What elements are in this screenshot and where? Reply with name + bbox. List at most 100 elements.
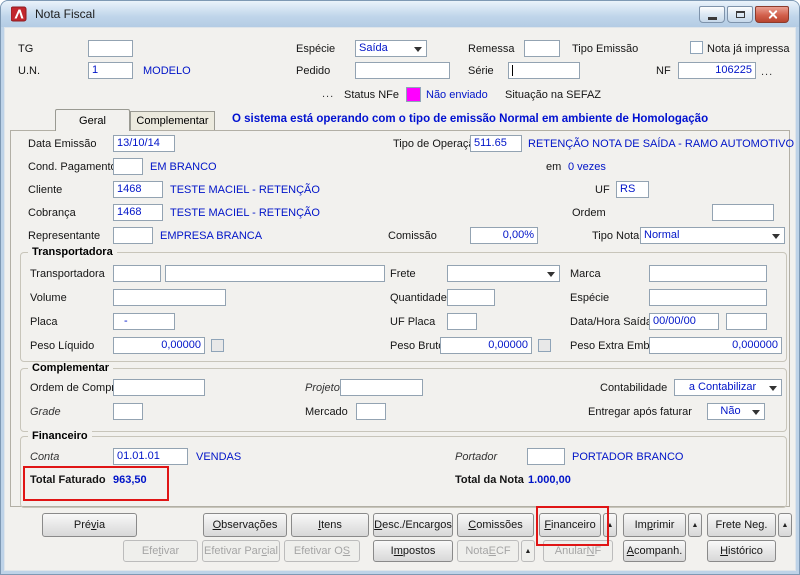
portador-field[interactable] [527, 448, 565, 465]
ordem-compra-field[interactable] [113, 379, 205, 396]
remessa-field[interactable] [524, 40, 560, 57]
ordem-field[interactable] [712, 204, 774, 221]
text-caret [512, 65, 513, 76]
data-saida-field[interactable]: 00/00/00 [649, 313, 719, 330]
grade-label: Grade [30, 406, 61, 418]
entregar-dropdown[interactable]: Não [707, 403, 765, 420]
nf-field[interactable]: 106225 [678, 62, 756, 79]
transportadora-label: Transportadora [30, 268, 105, 280]
impostos-button[interactable]: Im postos [373, 540, 453, 562]
vezes-value: 0 vezes [568, 161, 606, 173]
acompanh-button[interactable]: Acompanh. [623, 540, 686, 562]
nota-ecf-expand-button[interactable]: ▲ [521, 540, 535, 562]
transportadora-code-field[interactable] [113, 265, 161, 282]
maximize-button[interactable] [727, 6, 753, 23]
especie-dropdown[interactable]: Saída [355, 40, 427, 57]
cond-pagamento-field[interactable] [113, 158, 143, 175]
data-emissao-label: Data Emissão [28, 138, 97, 150]
volume-field[interactable] [113, 289, 226, 306]
cliente-label: Cliente [28, 184, 63, 196]
placa-label: Placa [30, 316, 58, 328]
comissao-label: Comissão [388, 230, 437, 242]
peso-bruto-field[interactable]: 0,00000 [440, 337, 532, 354]
emission-mode-message: O sistema está operando com o tipo de em… [232, 113, 709, 125]
mercado-field[interactable] [356, 403, 386, 420]
representante-field[interactable] [113, 227, 153, 244]
tipo-nota-dropdown[interactable]: Normal [640, 227, 785, 244]
efetivar-button[interactable]: Efe t ivar [123, 540, 198, 562]
nota-fiscal-window: Nota Fiscal TG Espécie Saída Remessa Tip… [0, 0, 800, 575]
peso-liquido-checkbox[interactable] [211, 339, 224, 352]
nota-impressa-label: Nota já impressa [707, 43, 790, 55]
grade-field[interactable] [113, 403, 143, 420]
pedido-field[interactable] [355, 62, 450, 79]
complementar-legend: Complementar [28, 362, 114, 375]
quantidade-field[interactable] [447, 289, 495, 306]
cobranca-field[interactable]: 1468 [113, 204, 163, 221]
imprimir-expand-button[interactable]: ▲ [688, 513, 702, 537]
comissoes-button[interactable]: Comissões [457, 513, 534, 537]
cliente-desc: TESTE MACIEL - RETENÇÃO [170, 184, 320, 196]
serie-field[interactable] [508, 62, 580, 79]
serie-label: Série [468, 65, 494, 77]
previa-button[interactable]: Pré v ia [42, 513, 137, 537]
peso-liquido-field[interactable]: 0,00000 [113, 337, 205, 354]
tab-complementar[interactable]: Complementar [130, 111, 215, 130]
itens-button[interactable]: Itens [291, 513, 369, 537]
especie-transp-label: Espécie [570, 292, 610, 304]
close-button[interactable] [755, 6, 789, 23]
representante-label: Representante [28, 230, 101, 242]
status-browse-button[interactable]: ... [322, 88, 334, 100]
imprimir-button[interactable]: Im p rimir [623, 513, 686, 537]
un-label: U.N. [18, 65, 40, 77]
pedido-label: Pedido [296, 65, 331, 77]
peso-bruto-checkbox[interactable] [538, 339, 551, 352]
transportadora-legend: Transportadora [28, 246, 117, 259]
frete-neg-button[interactable]: Frete Ne g. [707, 513, 776, 537]
efetivar-parcial-button[interactable]: Efetivar Par c ial [202, 540, 280, 562]
nota-impressa-checkbox[interactable] [690, 41, 703, 54]
especie-transp-field[interactable] [649, 289, 767, 306]
uf-field[interactable]: RS [616, 181, 649, 198]
cobranca-label: Cobrança [28, 207, 76, 219]
close-icon [767, 9, 778, 20]
quantidade-label: Quantidade [390, 292, 447, 304]
historico-button[interactable]: Histórico [707, 540, 776, 562]
contabilidade-dropdown[interactable]: a Contabilizar [674, 379, 782, 396]
desc-encargos-button[interactable]: Desc./Encargos [373, 513, 453, 537]
transportadora-name-field[interactable] [165, 265, 385, 282]
portador-desc: PORTADOR BRANCO [572, 451, 684, 463]
placa-field[interactable]: - [113, 313, 175, 330]
cliente-field[interactable]: 1468 [113, 181, 163, 198]
hora-saida-field[interactable] [726, 313, 767, 330]
observacoes-button[interactable]: Observações [203, 513, 287, 537]
minimize-icon [707, 16, 717, 20]
comissao-field[interactable]: 0,00% [470, 227, 538, 244]
sefaz-label: Situação na SEFAZ [505, 89, 601, 101]
portador-label: Portador [455, 451, 498, 463]
nf-browse-button[interactable]: ... [761, 66, 773, 78]
nota-ecf-button[interactable]: Nota E CF [457, 540, 519, 562]
un-desc: MODELO [143, 65, 191, 77]
projeto-field[interactable] [340, 379, 423, 396]
efetivar-os-button[interactable]: Efetivar OS [284, 540, 360, 562]
tg-field[interactable] [88, 40, 133, 57]
tab-geral[interactable]: Geral [55, 109, 130, 131]
status-nfe-value: Não enviado [426, 89, 488, 101]
minimize-button[interactable] [699, 6, 725, 23]
marca-field[interactable] [649, 265, 767, 282]
tipo-operacao-field[interactable]: 511.65 [470, 135, 522, 152]
peso-liquido-label: Peso Líquido [30, 340, 95, 352]
nf-label: NF [656, 65, 671, 77]
frete-neg-expand-button[interactable]: ▲ [778, 513, 792, 537]
conta-field[interactable]: 01.01.01 [113, 448, 188, 465]
peso-extra-field[interactable]: 0,000000 [649, 337, 782, 354]
uf-placa-field[interactable] [447, 313, 477, 330]
frete-dropdown[interactable] [447, 265, 560, 282]
financeiro-legend: Financeiro [28, 430, 92, 443]
contabilidade-label: Contabilidade [600, 382, 668, 394]
un-field[interactable]: 1 [88, 62, 133, 79]
tipo-nota-label: Tipo Nota [592, 230, 640, 242]
annotation-financeiro-button [536, 506, 609, 546]
data-emissao-field[interactable]: 13/10/14 [113, 135, 175, 152]
